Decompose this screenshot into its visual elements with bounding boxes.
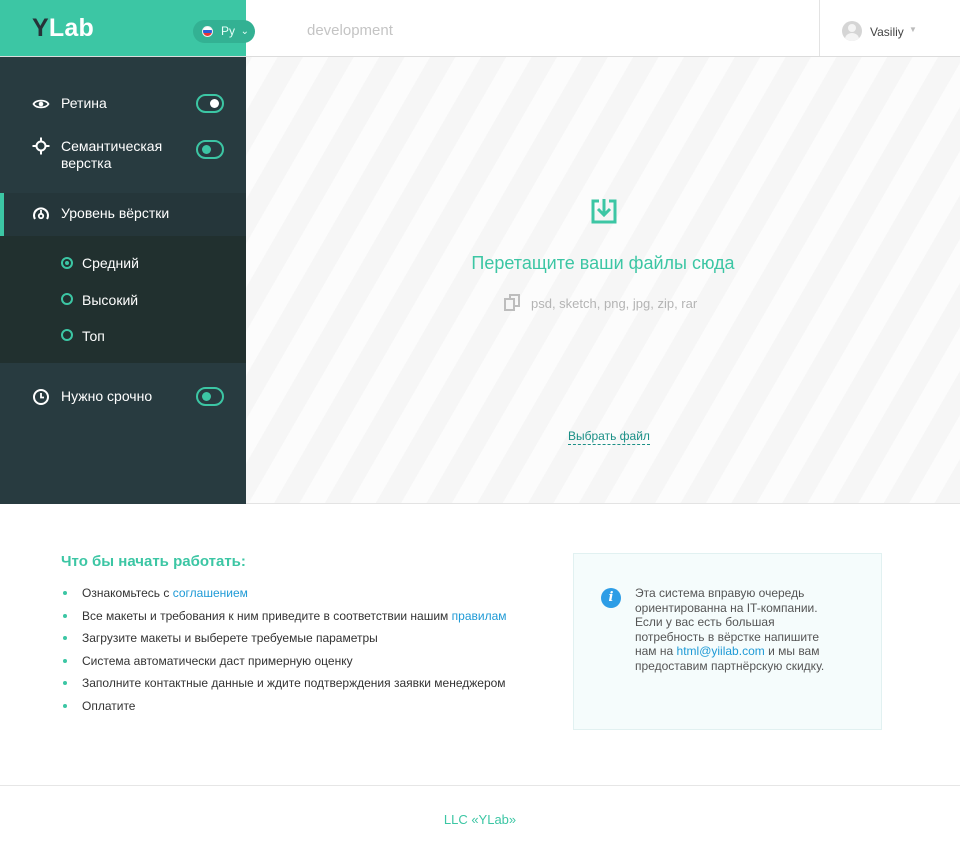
sidebar-item-semantic[interactable]: Семантическая верстка	[0, 137, 246, 177]
steps-list: Ознакомьтесь с соглашением Все макеты и …	[62, 586, 507, 721]
toggle-knob	[202, 392, 211, 401]
header: YLab Ру ⌄ development Vasiliy ▼	[0, 0, 960, 57]
sidebar-item-label: Семантическая верстка	[61, 138, 162, 172]
retina-toggle[interactable]	[196, 94, 224, 113]
steps-title: Что бы начать работать:	[61, 553, 246, 570]
agreement-link[interactable]: соглашением	[173, 586, 248, 600]
file-dropzone[interactable]: Перетащите ваши файлы сюда psd, sketch, …	[246, 57, 960, 504]
clock-icon	[33, 389, 49, 405]
logo-letter-y: Y	[32, 14, 49, 42]
formats-text: psd, sketch, png, jpg, zip, rar	[531, 296, 698, 311]
list-item: Оплатите	[62, 699, 507, 722]
radio-label: Средний	[82, 255, 139, 271]
step-text: Система автоматически даст примерную оце…	[82, 653, 353, 668]
caret-down-icon: ▼	[909, 25, 917, 34]
choose-file-link[interactable]: Выбрать файл	[568, 429, 650, 445]
environment-label: development	[307, 22, 393, 39]
download-icon	[591, 199, 617, 224]
active-indicator	[0, 193, 4, 236]
logo[interactable]: YLab	[32, 14, 94, 43]
toggle-knob	[210, 99, 219, 108]
sidebar-item-label: Ретина	[61, 95, 107, 111]
sidebar-item-retina[interactable]: Ретина	[0, 92, 246, 116]
user-menu[interactable]: Vasiliy ▼	[819, 0, 960, 56]
list-item: Заполните контактные данные и ждите подт…	[62, 676, 507, 699]
rules-link[interactable]: правилам	[452, 609, 507, 623]
step-text: Все макеты и требования к ним приведите …	[82, 608, 452, 623]
eye-icon	[32, 99, 50, 109]
radio-button[interactable]	[61, 329, 73, 341]
radio-label: Высокий	[82, 292, 139, 308]
avatar	[842, 21, 862, 41]
footer: LLC «YLab»	[0, 785, 960, 851]
level-section: Уровень вёрстки Средний Высокий Топ	[0, 193, 246, 363]
label-line-2: верстка	[61, 155, 112, 171]
crosshair-icon	[32, 137, 50, 155]
sidebar-item-urgent[interactable]: Нужно срочно	[0, 386, 246, 410]
chevron-down-icon: ⌄	[240, 26, 249, 37]
urgent-toggle[interactable]	[196, 387, 224, 406]
list-item: Загрузите макеты и выберете требуемые па…	[62, 631, 507, 654]
step-text: Загрузите макеты и выберете требуемые па…	[82, 631, 378, 645]
sidebar-item-level[interactable]: Уровень вёрстки	[0, 193, 246, 236]
list-item: Все макеты и требования к ним приведите …	[62, 609, 507, 632]
radio-button[interactable]	[61, 257, 73, 269]
radio-button[interactable]	[61, 293, 73, 305]
semantic-toggle[interactable]	[196, 140, 224, 159]
gauge-icon	[33, 207, 49, 220]
info-icon: i	[601, 588, 621, 608]
logo-text: Lab	[48, 14, 94, 42]
email-link[interactable]: html@yiilab.com	[677, 644, 765, 658]
language-switcher[interactable]: Ру ⌄	[193, 20, 255, 43]
list-item: Ознакомьтесь с соглашением	[62, 586, 507, 609]
step-text: Заполните контактные данные и ждите подт…	[82, 676, 506, 690]
list-item: Система автоматически даст примерную оце…	[62, 654, 507, 677]
footer-company: LLC «YLab»	[443, 812, 517, 827]
toggle-knob	[202, 145, 211, 154]
sidebar-item-label: Нужно срочно	[61, 388, 153, 404]
copy-files-icon	[504, 294, 520, 311]
dropzone-title: Перетащите ваши файлы сюда	[471, 253, 735, 273]
language-label: Ру	[221, 24, 236, 38]
label-line-1: Семантическая	[61, 138, 163, 154]
info-text: Эта система вправую очередь ориентирован…	[635, 586, 835, 673]
sidebar: Ретина Семантическая верстка Уровень вёрс…	[0, 57, 246, 504]
sidebar-item-label: Уровень вёрстки	[61, 205, 170, 221]
russia-flag-icon	[202, 26, 213, 37]
step-text: Оплатите	[82, 698, 136, 713]
step-text: Ознакомьтесь с	[82, 586, 173, 600]
radio-label: Топ	[82, 328, 105, 344]
user-name: Vasiliy	[870, 25, 904, 39]
info-box: i Эта система вправую очередь ориентиров…	[573, 553, 882, 730]
